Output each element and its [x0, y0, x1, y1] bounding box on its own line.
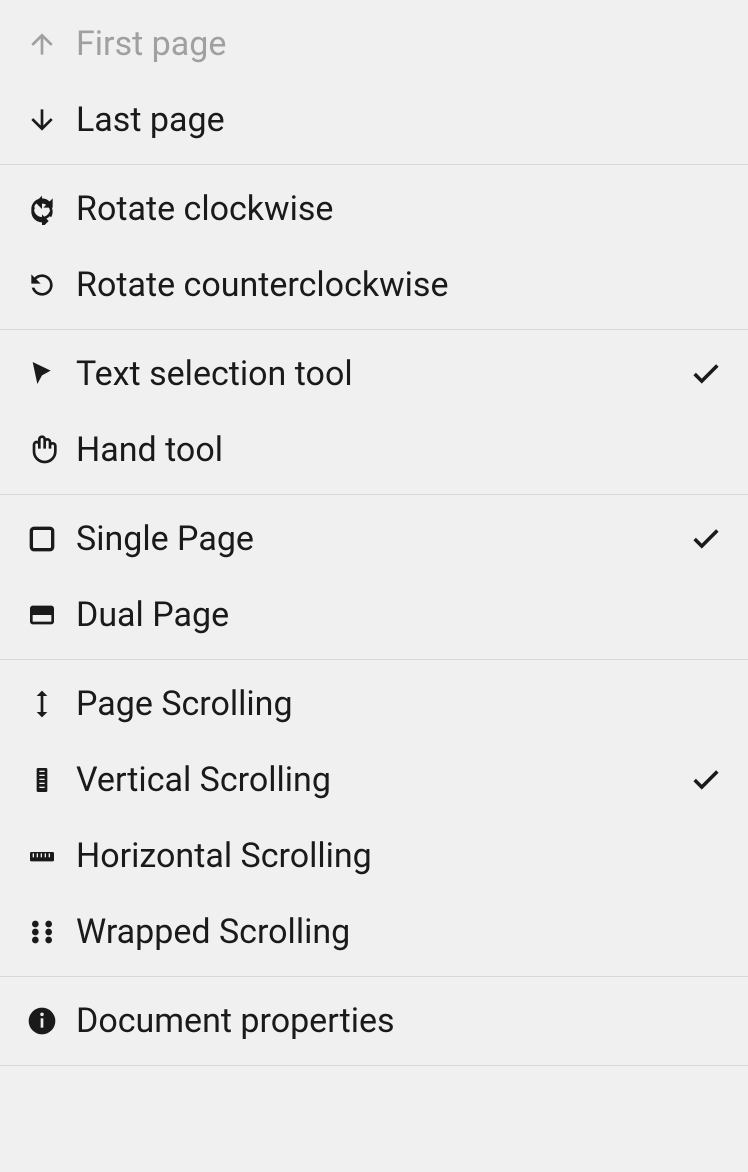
hand-tool-label: Hand tool — [76, 430, 724, 470]
scrolling-section: Page Scrolling Vertical Scrolling Horizo… — [0, 660, 748, 977]
check-icon — [688, 762, 724, 798]
first-page-item: First page — [0, 6, 748, 82]
wrapped-scrolling-item[interactable]: Wrapped Scrolling — [0, 894, 748, 970]
page-scrolling-label: Page Scrolling — [76, 684, 724, 724]
single-page-icon — [24, 521, 60, 557]
tools-section: Text selection tool Hand tool — [0, 330, 748, 495]
arrow-down-icon — [24, 102, 60, 138]
hand-icon — [24, 432, 60, 468]
horizontal-scrolling-icon — [24, 838, 60, 874]
text-selection-tool-label: Text selection tool — [76, 354, 688, 394]
rotate-clockwise-icon — [24, 191, 60, 227]
rotate-counterclockwise-icon — [24, 267, 60, 303]
vertical-scrolling-label: Vertical Scrolling — [76, 760, 688, 800]
hand-tool-item[interactable]: Hand tool — [0, 412, 748, 488]
page-scrolling-icon — [24, 686, 60, 722]
rotate-counterclockwise-label: Rotate counterclockwise — [76, 265, 724, 305]
document-properties-item[interactable]: Document properties — [0, 983, 748, 1059]
horizontal-scrolling-label: Horizontal Scrolling — [76, 836, 724, 876]
last-page-item[interactable]: Last page — [0, 82, 748, 158]
info-icon — [24, 1003, 60, 1039]
page-layout-section: Single Page Dual Page — [0, 495, 748, 660]
dual-page-label: Dual Page — [76, 595, 724, 635]
rotate-clockwise-item[interactable]: Rotate clockwise — [0, 171, 748, 247]
navigation-section: First page Last page — [0, 0, 748, 165]
vertical-scrolling-icon — [24, 762, 60, 798]
arrow-up-icon — [24, 26, 60, 62]
first-page-label: First page — [76, 24, 724, 64]
document-properties-label: Document properties — [76, 1001, 724, 1041]
dual-page-icon — [24, 597, 60, 633]
last-page-label: Last page — [76, 100, 724, 140]
text-selection-tool-item[interactable]: Text selection tool — [0, 336, 748, 412]
rotation-section: Rotate clockwise Rotate counterclockwise — [0, 165, 748, 330]
info-section: Document properties — [0, 977, 748, 1066]
horizontal-scrolling-item[interactable]: Horizontal Scrolling — [0, 818, 748, 894]
rotate-counterclockwise-item[interactable]: Rotate counterclockwise — [0, 247, 748, 323]
vertical-scrolling-item[interactable]: Vertical Scrolling — [0, 742, 748, 818]
cursor-icon — [24, 356, 60, 392]
check-icon — [688, 356, 724, 392]
single-page-label: Single Page — [76, 519, 688, 559]
check-icon — [688, 521, 724, 557]
wrapped-scrolling-icon — [24, 914, 60, 950]
rotate-clockwise-label: Rotate clockwise — [76, 189, 724, 229]
page-scrolling-item[interactable]: Page Scrolling — [0, 666, 748, 742]
wrapped-scrolling-label: Wrapped Scrolling — [76, 912, 724, 952]
single-page-item[interactable]: Single Page — [0, 501, 748, 577]
dual-page-item[interactable]: Dual Page — [0, 577, 748, 653]
